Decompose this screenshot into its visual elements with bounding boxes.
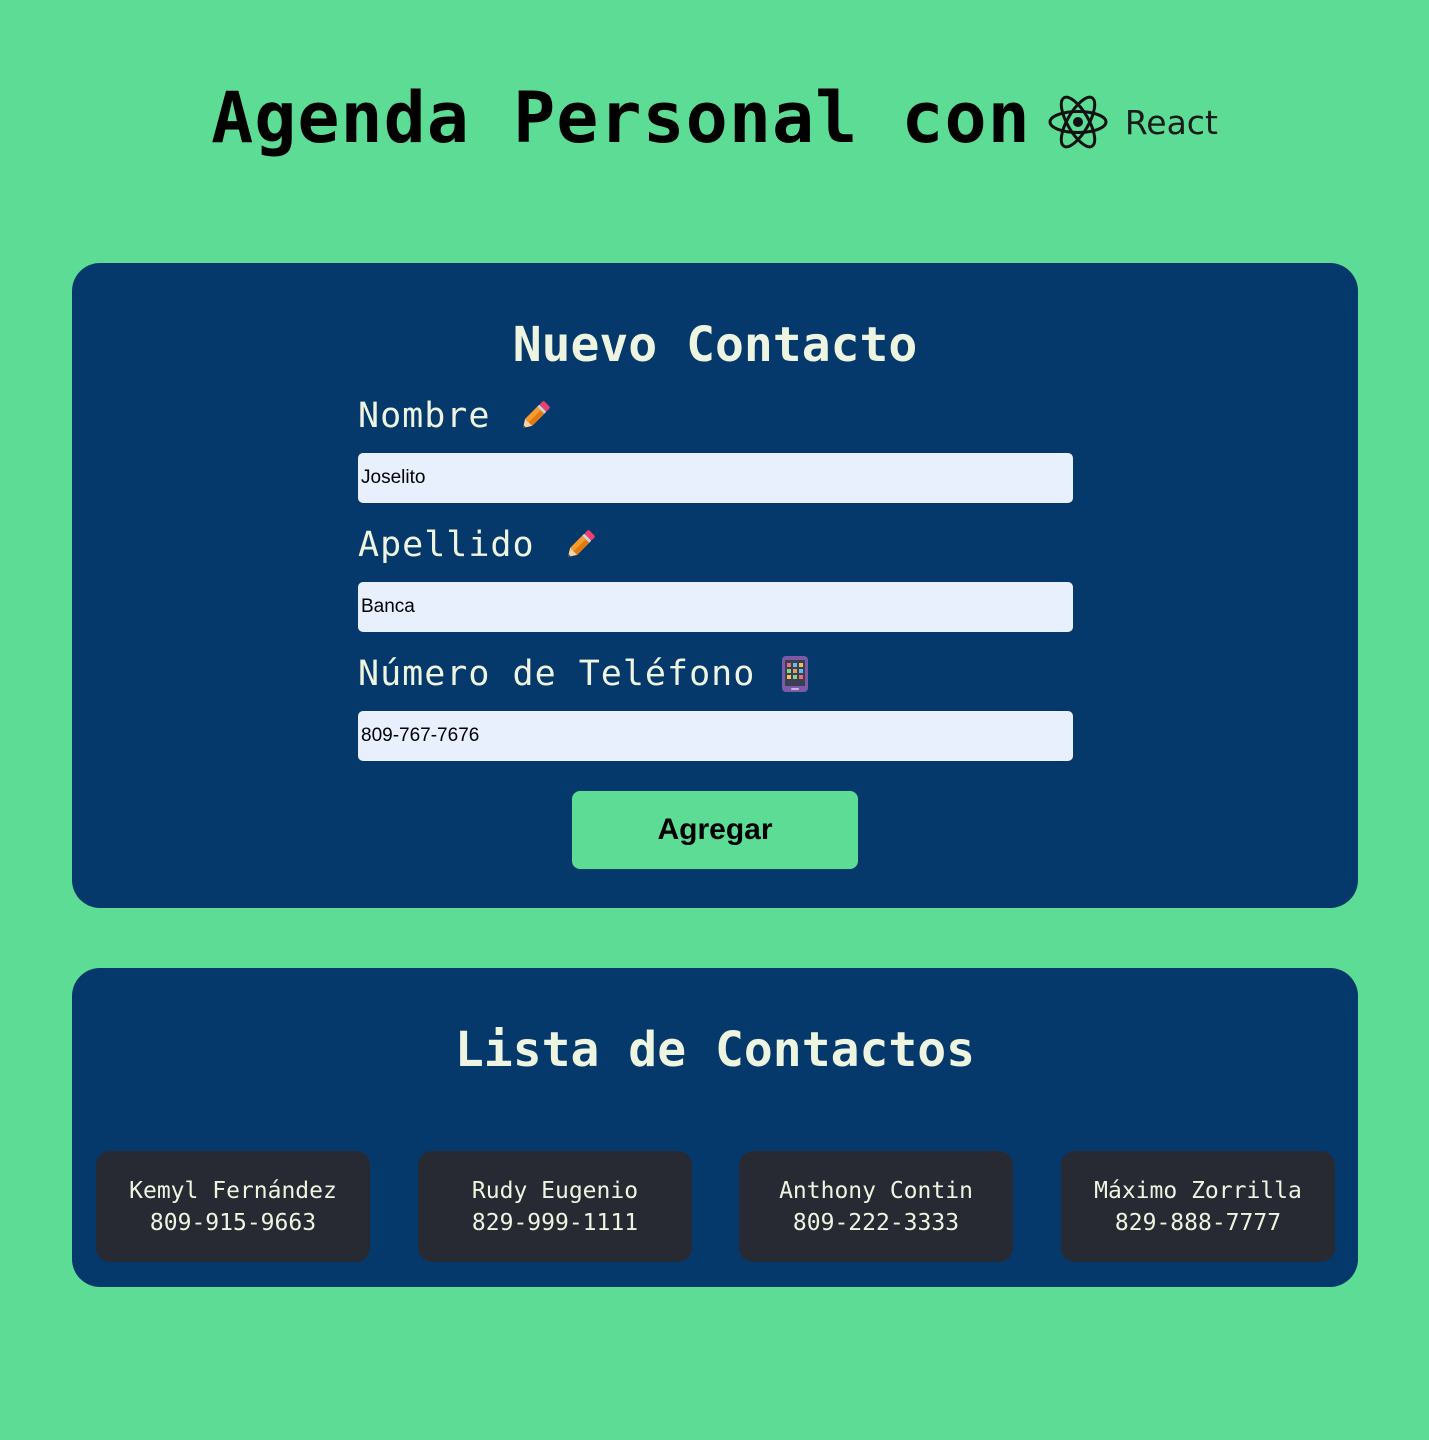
contact-name: Anthony Contin [779,1177,973,1204]
contact-card: Máximo Zorrilla 829-888-7777 [1061,1151,1335,1262]
last-name-label-text: Apellido [358,524,535,565]
contact-name: Máximo Zorrilla [1094,1177,1302,1204]
phone-label-text: Número de Teléfono [358,653,756,694]
first-name-label-text: Nombre [358,395,491,436]
list-title: Lista de Contactos [454,1022,976,1078]
first-name-label: Nombre [358,397,554,435]
contact-card: Rudy Eugenio 829-999-1111 [418,1151,692,1262]
react-logo: React [1047,94,1218,150]
contact-name: Rudy Eugenio [471,1177,639,1204]
react-atom-icon [1047,94,1109,150]
form-title: Nuevo Contacto [512,317,918,373]
mobile-phone-icon [781,655,809,693]
contact-card: Kemyl Fernández 809-915-9663 [96,1151,370,1262]
page-title: Agenda Personal con [211,77,1031,159]
contact-list: Lista de Contactos Kemyl Fernández 809-9… [72,968,1358,1287]
new-contact-form: Nuevo Contacto Nombre Apellido [72,263,1358,908]
first-name-input[interactable] [358,453,1073,503]
phone-label: Número de Teléfono [358,655,809,693]
contact-phone: 829-999-1111 [471,1209,639,1236]
contact-phone: 829-888-7777 [1114,1209,1282,1236]
pencil-icon [561,526,599,564]
last-name-input[interactable] [358,582,1073,632]
react-logo-text: React [1124,102,1218,142]
last-name-label: Apellido [358,526,599,564]
contact-card: Anthony Contin 809-222-3333 [739,1151,1013,1262]
page-header: Agenda Personal con React [0,68,1429,168]
pencil-icon [516,397,554,435]
phone-input[interactable] [358,711,1073,761]
contact-phone: 809-222-3333 [792,1209,960,1236]
contact-phone: 809-915-9663 [149,1209,317,1236]
contact-name: Kemyl Fernández [129,1177,337,1204]
add-contact-button[interactable]: Agregar [572,791,858,869]
